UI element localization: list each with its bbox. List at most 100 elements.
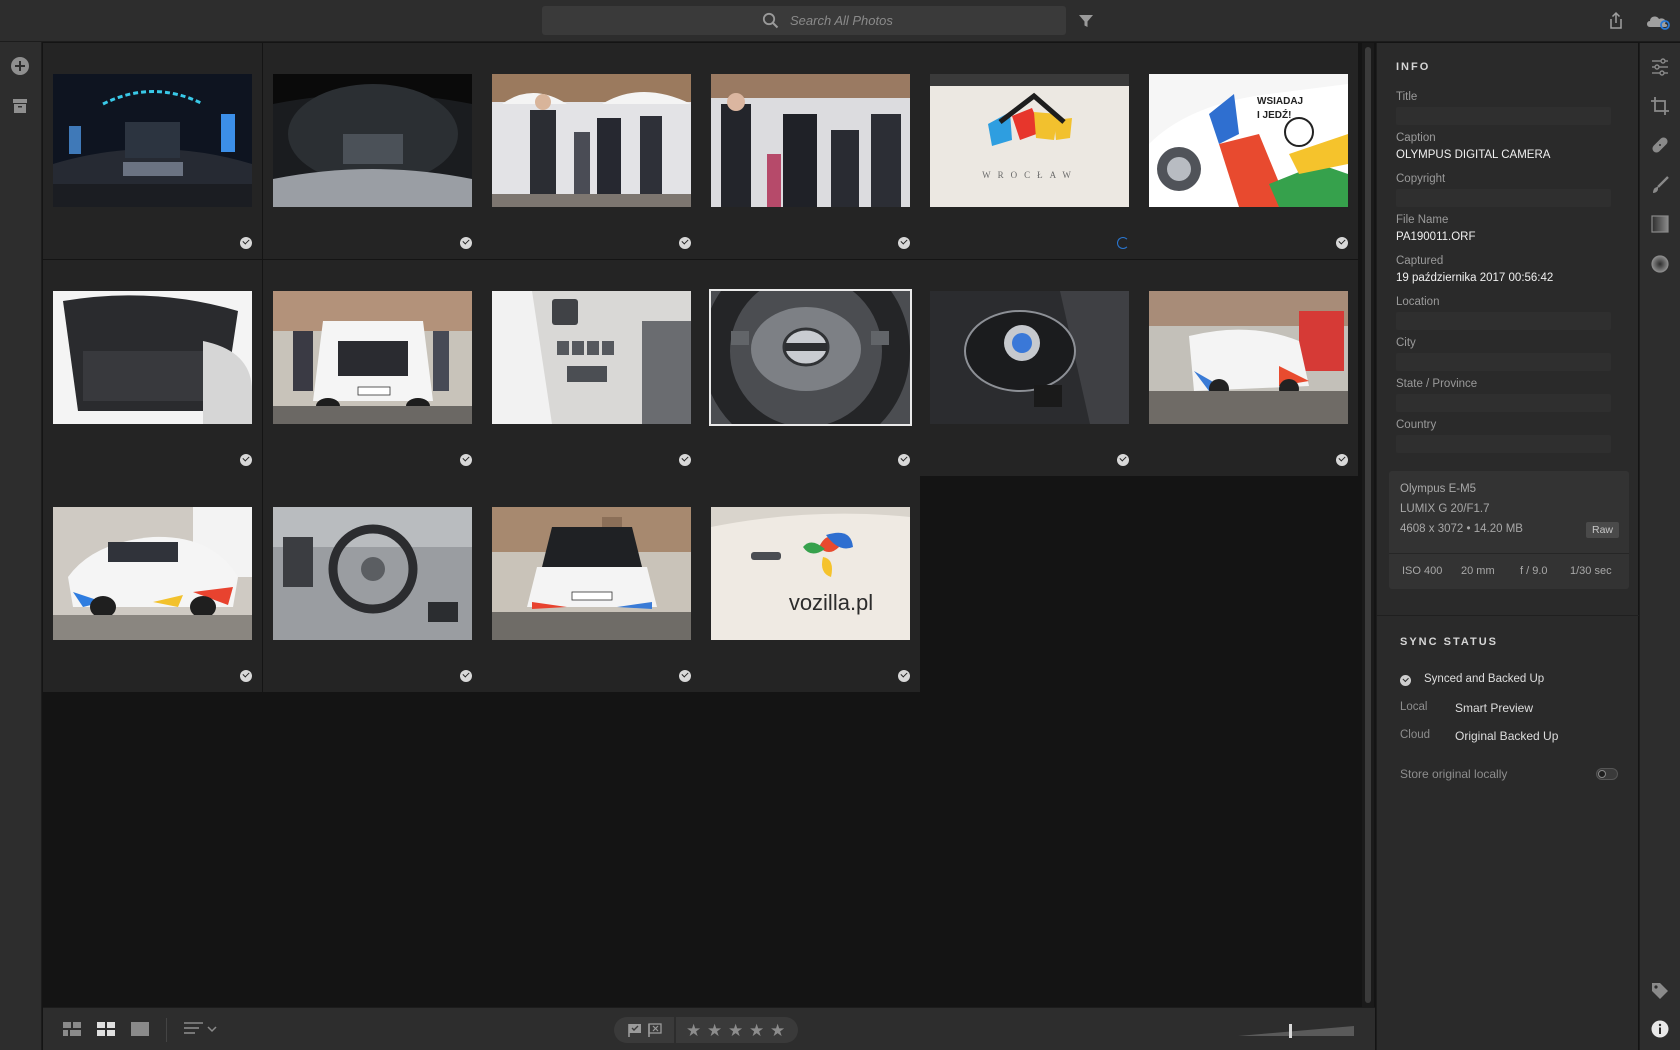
photo-grid-view-icon[interactable]: [96, 1021, 116, 1037]
star-1[interactable]: ★: [686, 1021, 701, 1041]
add-photos-icon[interactable]: [10, 56, 30, 76]
detail-view-icon[interactable]: [130, 1021, 150, 1037]
title-label: Title: [1396, 91, 1418, 103]
synced-check-icon: [679, 670, 691, 682]
synced-check-icon: [460, 670, 472, 682]
copyright-label: Copyright: [1396, 173, 1446, 185]
radial-gradient-icon[interactable]: [1650, 254, 1670, 274]
thumbnail-size-slider[interactable]: [1238, 1024, 1354, 1038]
photo-thumbnail[interactable]: [701, 43, 920, 259]
scrollbar-thumb[interactable]: [1365, 47, 1371, 1003]
photo-thumbnail[interactable]: [920, 260, 1139, 476]
cloud-sync-icon[interactable]: [1644, 11, 1672, 31]
photo-thumbnail[interactable]: [43, 260, 262, 476]
star-5[interactable]: ★: [770, 1021, 785, 1041]
title-field[interactable]: [1396, 107, 1611, 125]
car-front-side-image: [53, 507, 252, 640]
reject-flag-icon[interactable]: [648, 1023, 663, 1037]
photo-thumbnail[interactable]: [263, 260, 482, 476]
state-field[interactable]: [1396, 394, 1611, 412]
synced-check-icon: [1336, 237, 1348, 249]
linear-gradient-icon[interactable]: [1650, 214, 1670, 234]
left-rail: [0, 42, 42, 1050]
store-original-toggle[interactable]: [1596, 768, 1618, 780]
star-4[interactable]: ★: [749, 1021, 764, 1041]
photo-thumbnail[interactable]: [482, 43, 701, 259]
app-window: Search All Photos WROCŁAW WSIADAJ I JEDŹ! v…: [0, 0, 1680, 1050]
grid-scrollbar[interactable]: [1362, 43, 1374, 1007]
synced-check-icon: [679, 454, 691, 466]
captured-label: Captured: [1396, 255, 1444, 267]
city-label: City: [1396, 337, 1416, 349]
car-hood-open-image: [492, 507, 691, 640]
healing-brush-icon[interactable]: [1650, 135, 1670, 155]
captured-field[interactable]: 19 października 2017 00:56:42: [1396, 272, 1553, 284]
keyword-tag-icon[interactable]: [1650, 981, 1670, 1001]
instrument-cluster-image: [273, 74, 472, 207]
synced-check-icon: [460, 237, 472, 249]
synced-check-icon: [1400, 675, 1411, 686]
photo-thumbnail[interactable]: [263, 43, 482, 259]
sort-icon[interactable]: [183, 1021, 219, 1037]
photo-thumbnail[interactable]: [701, 260, 920, 476]
info-icon[interactable]: [1650, 1019, 1670, 1039]
search-placeholder: Search All Photos: [790, 13, 893, 28]
synced-check-icon: [679, 237, 691, 249]
star-rating: ★ ★ ★ ★ ★: [676, 1017, 798, 1043]
star-2[interactable]: ★: [707, 1021, 722, 1041]
synced-check-icon: [1117, 454, 1129, 466]
edit-tools-rail: [1639, 43, 1680, 1050]
search-input[interactable]: Search All Photos: [542, 6, 1066, 35]
square-grid-view-icon[interactable]: [62, 1021, 82, 1037]
copyright-field[interactable]: [1396, 189, 1611, 207]
photo-thumbnail[interactable]: vozilla.pl: [701, 476, 920, 692]
gear-selector-image: [930, 291, 1129, 424]
svg-text:WROCŁAW: WROCŁAW: [982, 170, 1078, 180]
photo-grid: WROCŁAW WSIADAJ I JEDŹ! vozilla.pl: [43, 43, 1360, 1007]
photo-thumbnail[interactable]: [482, 260, 701, 476]
syncing-spinner-icon: [1117, 237, 1129, 249]
section-divider: [1377, 615, 1639, 616]
library-icon[interactable]: [10, 96, 30, 116]
filename-label: File Name: [1396, 214, 1449, 226]
caption-label: Caption: [1396, 132, 1436, 144]
photo-thumbnail[interactable]: [43, 43, 262, 259]
synced-check-icon: [240, 237, 252, 249]
toggle-knob: [1598, 770, 1606, 778]
local-value: Smart Preview: [1455, 701, 1534, 715]
photo-thumbnail[interactable]: [1139, 260, 1358, 476]
dashboard-buttons-image: [492, 291, 691, 424]
sync-status-title: SYNC STATUS: [1400, 636, 1498, 648]
share-icon[interactable]: [1606, 11, 1626, 31]
star-3[interactable]: ★: [728, 1021, 743, 1041]
open-trunk-interior-image: [53, 291, 252, 424]
top-bar: Search All Photos: [0, 0, 1680, 42]
crop-icon[interactable]: [1650, 96, 1670, 116]
bottom-toolbar: ★ ★ ★ ★ ★: [43, 1007, 1375, 1050]
filter-icon[interactable]: [1077, 12, 1095, 30]
edit-sliders-icon[interactable]: [1650, 57, 1670, 77]
photo-thumbnail[interactable]: WSIADAJ I JEDŹ!: [1139, 43, 1358, 259]
photo-thumbnail[interactable]: [482, 476, 701, 692]
exif-aperture: f / 9.0: [1520, 565, 1548, 577]
exif-iso: ISO 400: [1402, 565, 1443, 577]
synced-check-icon: [240, 670, 252, 682]
raw-badge: Raw: [1585, 522, 1619, 538]
cloud-label: Cloud: [1400, 729, 1431, 741]
caption-field[interactable]: OLYMPUS DIGITAL CAMERA: [1396, 149, 1550, 161]
toolbar-divider: [166, 1018, 167, 1042]
photo-thumbnail[interactable]: [263, 476, 482, 692]
filename-value: PA190011.ORF: [1396, 231, 1476, 243]
state-label: State / Province: [1396, 378, 1478, 390]
cloud-value: Original Backed Up: [1455, 729, 1559, 743]
brush-icon[interactable]: [1650, 175, 1670, 195]
city-field[interactable]: [1396, 353, 1611, 371]
synced-check-icon: [898, 237, 910, 249]
location-field[interactable]: [1396, 312, 1611, 330]
photo-thumbnail[interactable]: [43, 476, 262, 692]
synced-check-icon: [460, 454, 472, 466]
pick-flag-icon[interactable]: [628, 1023, 643, 1037]
car-rear-open-hatch-image: [273, 291, 472, 424]
country-field[interactable]: [1396, 435, 1611, 453]
photo-thumbnail[interactable]: WROCŁAW: [920, 43, 1139, 259]
